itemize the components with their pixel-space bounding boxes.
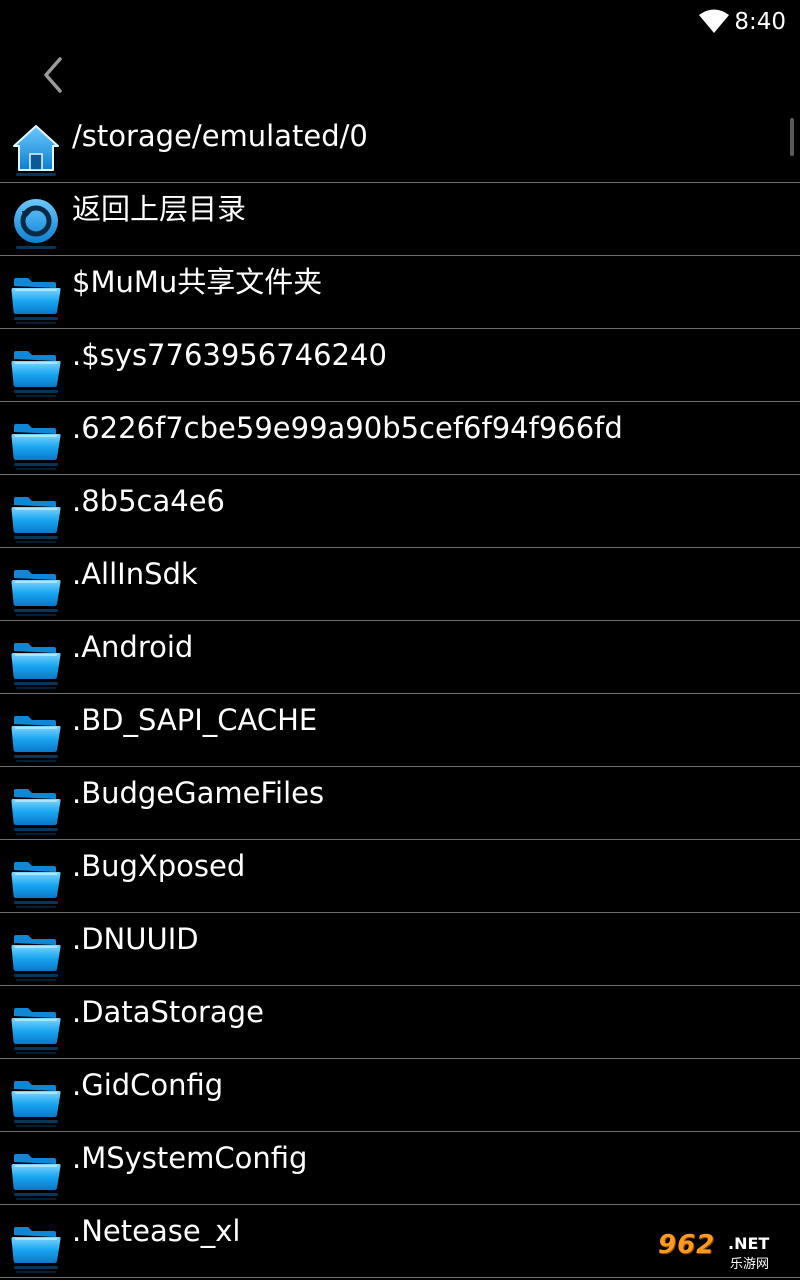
file-list: /storage/emulated/0 返回上层目录 $MuMu共享文件夹 .$…: [0, 110, 800, 1280]
folder-row[interactable]: .BugXposed: [0, 840, 800, 913]
folder-name: .DataStorage: [72, 995, 264, 1029]
folder-name: .MSystemConfig: [72, 1141, 308, 1175]
folder-icon: [10, 704, 62, 764]
folder-icon: [10, 777, 62, 837]
folder-name: .GidConfig: [72, 1068, 224, 1102]
back-button[interactable]: [28, 50, 78, 100]
watermark-sub: 乐游网: [730, 1257, 770, 1272]
folder-name: .DNUUID: [72, 922, 199, 956]
folder-icon: [10, 485, 62, 545]
parent-directory-label: 返回上层目录: [72, 192, 247, 226]
folder-row[interactable]: .GidConfig: [0, 1059, 800, 1132]
watermark-main: 962: [658, 1230, 716, 1260]
folder-row[interactable]: .DNUUID: [0, 913, 800, 986]
current-path-row[interactable]: /storage/emulated/0: [0, 110, 800, 183]
current-path-label: /storage/emulated/0: [72, 119, 368, 153]
folder-name: .BugXposed: [72, 849, 246, 883]
status-bar: 8:40: [0, 0, 800, 44]
folder-name: .Netease_xl: [72, 1214, 241, 1248]
chevron-left-icon: [44, 57, 62, 93]
folder-row[interactable]: .8b5ca4e6: [0, 475, 800, 548]
folder-icon: [10, 266, 62, 326]
folder-row[interactable]: .BD_SAPI_CACHE: [0, 694, 800, 767]
back-circle-icon: [10, 193, 62, 253]
folder-name: .$sys7763956746240: [72, 338, 387, 372]
folder-icon: [10, 1215, 62, 1275]
folder-name: .8b5ca4e6: [72, 484, 225, 518]
folder-icon: [10, 631, 62, 691]
home-icon: [10, 120, 62, 180]
folder-name: .AllInSdk: [72, 557, 198, 591]
scrollbar[interactable]: [790, 118, 794, 156]
watermark-net: .NET: [728, 1234, 770, 1253]
folder-name: .6226f7cbe59e99a90b5cef6f94f966fd: [72, 411, 623, 445]
status-time: 8:40: [734, 9, 786, 35]
folder-icon: [10, 412, 62, 472]
folder-icon: [10, 339, 62, 399]
wifi-icon: [699, 9, 729, 33]
folder-row[interactable]: .MSystemConfig: [0, 1132, 800, 1205]
folder-row[interactable]: .DataStorage: [0, 986, 800, 1059]
folder-name: $MuMu共享文件夹: [72, 265, 323, 299]
parent-directory-row[interactable]: 返回上层目录: [0, 183, 800, 256]
folder-row[interactable]: .Android: [0, 621, 800, 694]
folder-row[interactable]: .AllInSdk: [0, 548, 800, 621]
folder-row[interactable]: .$sys7763956746240: [0, 329, 800, 402]
folder-icon: [10, 996, 62, 1056]
folder-name: .Android: [72, 630, 194, 664]
folder-icon: [10, 850, 62, 910]
folder-row[interactable]: .BudgeGameFiles: [0, 767, 800, 840]
folder-name: .BudgeGameFiles: [72, 776, 325, 810]
folder-name: .BD_SAPI_CACHE: [72, 703, 318, 737]
watermark-logo: 962 .NET 乐游网: [658, 1230, 794, 1274]
folder-row[interactable]: .6226f7cbe59e99a90b5cef6f94f966fd: [0, 402, 800, 475]
folder-icon: [10, 1069, 62, 1129]
folder-icon: [10, 923, 62, 983]
folder-icon: [10, 1142, 62, 1202]
folder-row[interactable]: $MuMu共享文件夹: [0, 256, 800, 329]
folder-icon: [10, 558, 62, 618]
